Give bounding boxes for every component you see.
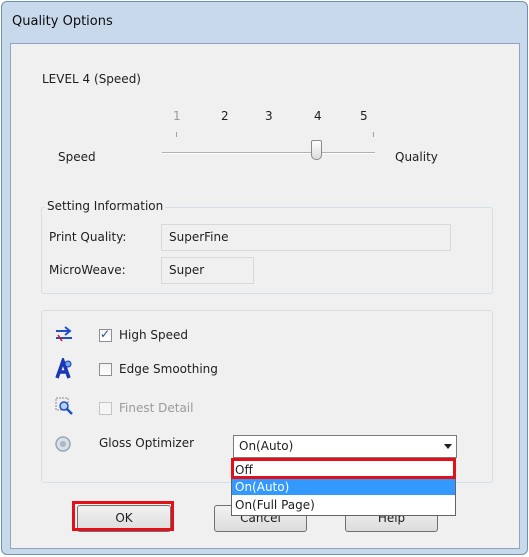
microweave-value: Super [161,257,254,284]
edge-smoothing-label[interactable]: Edge Smoothing [119,362,218,376]
finest-detail-icon [54,396,74,416]
slider-tick-label-5: 5 [360,109,368,123]
dropdown-option-on-full-page[interactable]: On(Full Page) [232,497,455,513]
microweave-label: MicroWeave: [49,263,126,277]
high-speed-checkbox[interactable] [99,327,112,342]
high-speed-icon [54,324,74,344]
slider-tick-label-2: 2 [221,109,229,123]
quality-slider-thumb[interactable] [311,140,322,160]
quality-options-dialog: Quality Options LEVEL 4 (Speed) 1 2 3 4 … [1,1,528,555]
level-label: LEVEL 4 (Speed) [42,72,141,86]
window-title: Quality Options [12,14,113,29]
print-quality-label: Print Quality: [49,230,127,244]
slider-tick-mark [373,132,374,137]
ok-button-highlight-frame [72,501,174,531]
gloss-optimizer-combobox[interactable]: On(Auto) [233,435,457,458]
setting-information-legend: Setting Information [45,199,166,213]
slider-tick-label-4: 4 [314,109,322,123]
slider-tick-mark [176,132,177,137]
finest-detail-checkbox[interactable] [99,402,112,415]
gloss-optimizer-selected-value: On(Auto) [239,439,294,453]
edge-smoothing-checkbox[interactable] [99,363,112,376]
gloss-optimizer-label: Gloss Optimizer [99,436,195,450]
slider-max-label: Quality [395,150,438,164]
dropdown-option-on-auto[interactable]: On(Auto) [232,479,455,495]
gloss-optimizer-icon [54,435,72,453]
edge-smoothing-icon [54,355,74,380]
slider-tick-label-3: 3 [265,109,273,123]
high-speed-label[interactable]: High Speed [119,328,188,342]
off-option-highlight-frame [231,458,456,479]
chevron-down-icon[interactable] [444,444,452,449]
print-quality-value: SuperFine [161,224,451,251]
slider-min-label: Speed [58,150,96,164]
quality-slider-track[interactable] [162,152,375,154]
finest-detail-label[interactable]: Finest Detail [119,401,193,415]
slider-tick-label-1: 1 [173,109,181,123]
